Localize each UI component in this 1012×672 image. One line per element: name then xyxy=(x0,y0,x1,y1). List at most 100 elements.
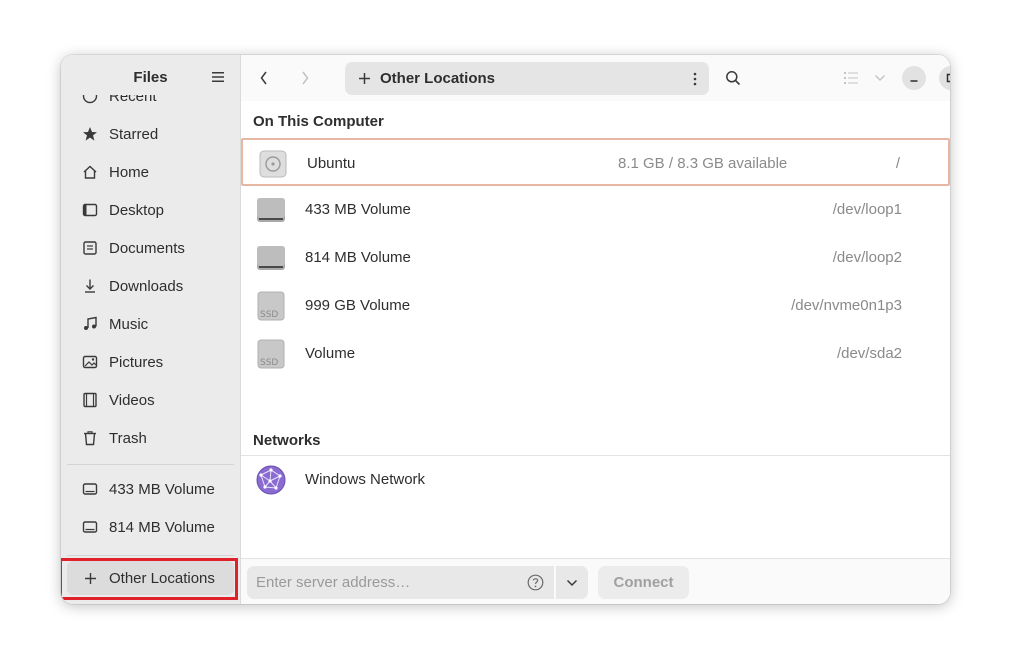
svg-text:SSD: SSD xyxy=(260,358,278,368)
device-name: 999 GB Volume xyxy=(305,297,411,314)
sidebar-item-433mb-volume[interactable]: 433 MB Volume xyxy=(67,472,234,506)
path-label: Other Locations xyxy=(380,70,496,87)
chevron-left-icon xyxy=(260,71,267,85)
device-space: 8.1 GB / 8.3 GB available xyxy=(618,155,788,172)
sidebar-divider xyxy=(67,555,234,556)
home-icon xyxy=(81,163,99,181)
location-path-bar[interactable]: Other Locations xyxy=(345,62,709,95)
sidebar-item-label: Trash xyxy=(109,429,147,447)
device-name: Ubuntu xyxy=(307,155,356,172)
connect-button[interactable]: Connect xyxy=(598,566,689,599)
device-mount-path: /dev/nvme0n1p3 xyxy=(791,297,902,314)
network-globe-icon xyxy=(256,465,286,495)
device-name: 433 MB Volume xyxy=(305,201,411,218)
sidebar-item-label: Recent xyxy=(109,95,157,105)
device-row[interactable]: SSD Volume/dev/sda2 xyxy=(241,330,950,378)
section-title-networks: Networks xyxy=(253,432,321,449)
server-address-input[interactable]: Enter server address… xyxy=(247,566,554,599)
sidebar: Files Recent Starred Home Desktop Docume… xyxy=(61,55,241,604)
minimize-button[interactable] xyxy=(902,66,926,90)
sidebar-item-music[interactable]: Music xyxy=(67,307,234,341)
sidebar-item-label: Starred xyxy=(109,125,159,143)
back-button[interactable] xyxy=(251,66,277,90)
drive-icon xyxy=(81,480,99,498)
search-icon xyxy=(726,71,741,86)
header-bar: Other Locations xyxy=(241,55,950,101)
help-icon[interactable] xyxy=(527,574,544,591)
sidebar-item-desktop[interactable]: Desktop xyxy=(67,193,234,227)
other-locations-view: On This Computer Ubuntu 8.1 GB / 8.3 GB a… xyxy=(241,101,950,558)
drive-icon xyxy=(257,198,285,222)
sidebar-item-814mb-volume[interactable]: 814 MB Volume xyxy=(67,510,234,544)
sidebar-item-label: Music xyxy=(109,315,149,333)
device-name: Volume xyxy=(305,345,356,362)
vertical-dots-menu-icon[interactable] xyxy=(693,72,697,86)
sidebar-item-label: Desktop xyxy=(109,201,165,219)
star-icon xyxy=(81,125,99,143)
sidebar-item-videos[interactable]: Videos xyxy=(67,383,234,417)
drive-icon xyxy=(257,246,285,270)
section-title-on-this-computer: On This Computer xyxy=(253,113,384,130)
files-window: Files Recent Starred Home Desktop Docume… xyxy=(61,55,950,604)
device-row[interactable]: SSD 999 GB Volume/dev/nvme0n1p3 xyxy=(241,282,950,330)
ssd-icon: SSD xyxy=(257,339,285,369)
sidebar-divider xyxy=(67,464,234,465)
sidebar-item-pictures[interactable]: Pictures xyxy=(67,345,234,379)
sidebar-item-downloads[interactable]: Downloads xyxy=(67,269,234,303)
music-icon xyxy=(81,315,99,333)
plus-icon xyxy=(81,569,99,587)
recent-servers-dropdown[interactable] xyxy=(556,566,588,599)
sidebar-item-label: 814 MB Volume xyxy=(109,518,215,536)
list-view-button[interactable] xyxy=(838,66,864,90)
device-mount-path: /dev/loop2 xyxy=(832,249,902,266)
sidebar-item-label: Pictures xyxy=(109,353,164,371)
sidebar-places: Recent Starred Home Desktop Documents Do… xyxy=(61,95,240,555)
trash-icon xyxy=(81,429,99,447)
maximize-button[interactable] xyxy=(939,66,950,90)
clock-icon xyxy=(81,95,99,105)
ssd-icon: SSD xyxy=(257,291,285,321)
sidebar-item-label: Home xyxy=(109,163,150,181)
forward-button[interactable] xyxy=(292,66,318,90)
view-options-button[interactable] xyxy=(867,66,893,90)
device-mount-path: /dev/sda2 xyxy=(836,345,902,362)
device-row[interactable]: 814 MB Volume/dev/loop2 xyxy=(241,234,950,282)
pictures-icon xyxy=(81,353,99,371)
sidebar-item-recent[interactable]: Recent xyxy=(67,95,234,113)
sidebar-item-label: Documents xyxy=(109,239,185,257)
device-name: 814 MB Volume xyxy=(305,249,411,266)
sidebar-item-label: 433 MB Volume xyxy=(109,480,215,498)
downloads-icon xyxy=(81,277,99,295)
sidebar-item-other-locations[interactable]: Other Locations xyxy=(67,561,234,595)
minimize-icon xyxy=(910,80,918,82)
list-view-icon xyxy=(844,72,858,84)
desktop-icon xyxy=(81,201,99,219)
device-mount-path: /dev/loop1 xyxy=(832,201,902,218)
device-mount-path: / xyxy=(895,155,900,172)
sidebar-item-starred[interactable]: Starred xyxy=(67,117,234,151)
sidebar-item-trash[interactable]: Trash xyxy=(67,421,234,455)
hamburger-menu-icon[interactable] xyxy=(212,71,224,83)
connect-to-server-bar: Enter server address… Connect xyxy=(241,558,950,604)
svg-text:SSD: SSD xyxy=(260,310,278,320)
plus-icon xyxy=(359,73,370,84)
drive-icon xyxy=(81,518,99,536)
device-row[interactable]: Ubuntu 8.1 GB / 8.3 GB available / xyxy=(241,138,950,186)
documents-icon xyxy=(81,239,99,257)
chevron-down-icon xyxy=(875,75,885,81)
sidebar-item-label: Downloads xyxy=(109,277,184,295)
sidebar-item-label: Other Locations xyxy=(109,569,215,587)
chevron-down-icon xyxy=(566,579,578,586)
server-address-placeholder: Enter server address… xyxy=(256,574,411,591)
sidebar-item-label: Videos xyxy=(109,391,155,409)
search-button[interactable] xyxy=(720,66,746,90)
videos-icon xyxy=(81,391,99,409)
sidebar-item-home[interactable]: Home xyxy=(67,155,234,189)
network-row[interactable]: Windows Network xyxy=(241,456,950,504)
chevron-right-icon xyxy=(302,71,309,85)
disk-icon xyxy=(259,150,287,178)
device-row[interactable]: 433 MB Volume/dev/loop1 xyxy=(241,186,950,234)
maximize-icon xyxy=(946,73,950,83)
network-name: Windows Network xyxy=(305,471,426,488)
sidebar-item-documents[interactable]: Documents xyxy=(67,231,234,265)
